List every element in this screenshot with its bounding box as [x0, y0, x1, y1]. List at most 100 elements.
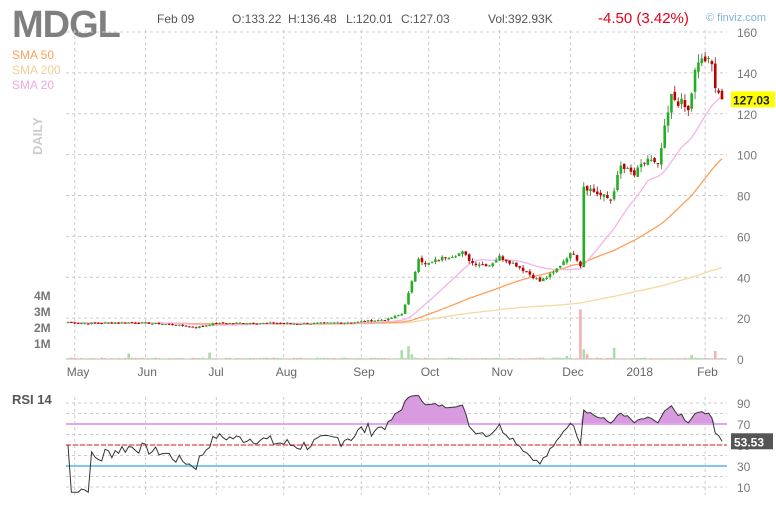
candle-down [437, 260, 441, 262]
candle-up [343, 322, 346, 324]
volume-bar [467, 358, 471, 359]
volume-bar [562, 357, 565, 359]
candle-down [171, 324, 174, 326]
volume-bar [430, 358, 434, 359]
x-axis-label: Nov [492, 365, 513, 379]
candle-up [120, 322, 124, 324]
volume-bar [76, 358, 80, 359]
volume-bar [322, 357, 326, 359]
candle-up [397, 315, 400, 317]
x-axis-label: Oct [421, 365, 440, 379]
candle-up [336, 322, 339, 324]
candle-up [568, 253, 572, 259]
candle-up [154, 322, 157, 324]
volume-bar [376, 358, 380, 359]
volume-bar [720, 357, 724, 359]
volume-bar [164, 358, 168, 359]
volume-bar [471, 358, 474, 359]
volume-bar [622, 358, 626, 359]
candle-up [693, 70, 697, 92]
candle-up [417, 258, 420, 272]
candle-up [545, 277, 549, 279]
x-axis-label: Dec [562, 365, 583, 379]
last-price-label: 127.03 [733, 93, 770, 107]
volume-bar [380, 358, 383, 359]
volume-bar [565, 355, 569, 359]
volume-bar [299, 357, 302, 359]
candle-down [134, 322, 137, 324]
volume-bar [174, 358, 178, 359]
candle-down [484, 264, 488, 267]
candle-down [215, 323, 218, 325]
candle-up [670, 93, 673, 113]
volume-bar [272, 357, 275, 359]
volume-bar [653, 358, 656, 359]
rsi-tick-label: 30 [737, 460, 751, 474]
candle-up [248, 323, 252, 325]
volume-bar [457, 358, 461, 359]
candle-up [488, 265, 491, 267]
volume-bar [90, 358, 93, 359]
volume-bar [130, 357, 134, 359]
candle-down [504, 259, 508, 262]
candle-up [454, 256, 457, 258]
candle-down [595, 191, 599, 195]
volume-bar [717, 358, 720, 359]
x-axis-label: Aug [276, 365, 297, 379]
candle-up [690, 93, 693, 109]
candle-down [518, 266, 522, 268]
candle-up [663, 125, 666, 148]
volume-bar [636, 358, 640, 359]
volume-bar [113, 358, 117, 359]
volume-bar [134, 357, 137, 359]
candle-down [147, 322, 151, 324]
volume-bar [464, 358, 468, 359]
candle-up [582, 186, 586, 268]
candle-down [363, 321, 366, 323]
volume-bar [609, 357, 613, 359]
volume-bar [386, 358, 390, 359]
x-axis-label: Sep [353, 365, 375, 379]
volume-bar [93, 358, 97, 359]
volume-bar [329, 358, 333, 359]
volume-bar [589, 358, 592, 359]
volume-bar [417, 358, 420, 359]
candle-down [515, 262, 518, 267]
candle-down [97, 322, 100, 324]
candle-up [451, 256, 454, 258]
candle-down [653, 158, 656, 162]
candle-down [73, 322, 77, 324]
volume-bar [595, 357, 599, 359]
volume-bar [228, 357, 232, 359]
volume-bar [525, 358, 528, 359]
volume-bar [410, 354, 414, 359]
volume-bar [579, 309, 582, 359]
candle-down [117, 322, 120, 324]
candle-up [235, 322, 238, 324]
volume-bar [225, 357, 228, 359]
volume-bar [144, 358, 147, 359]
candle-up [376, 319, 380, 321]
candle-down [424, 263, 427, 265]
candle-up [177, 324, 181, 326]
volume-bar [403, 357, 407, 359]
candle-down [622, 163, 626, 169]
volume-bar [97, 358, 100, 359]
volume-bar [208, 352, 211, 359]
candle-down [370, 320, 373, 322]
volume-bar [434, 358, 437, 359]
volume-bar [626, 358, 629, 359]
candle-up [302, 323, 306, 325]
volume-bar [336, 358, 339, 359]
candle-down [521, 267, 525, 272]
volume-bar [366, 358, 370, 359]
candle-up [707, 58, 710, 60]
candle-down [538, 277, 542, 282]
x-axis-label: May [67, 365, 90, 379]
candle-down [194, 327, 198, 329]
candle-down [265, 322, 269, 324]
volume-bar [545, 358, 549, 359]
volume-bar [73, 357, 77, 359]
candle-up [511, 262, 515, 264]
candle-up [589, 188, 592, 192]
